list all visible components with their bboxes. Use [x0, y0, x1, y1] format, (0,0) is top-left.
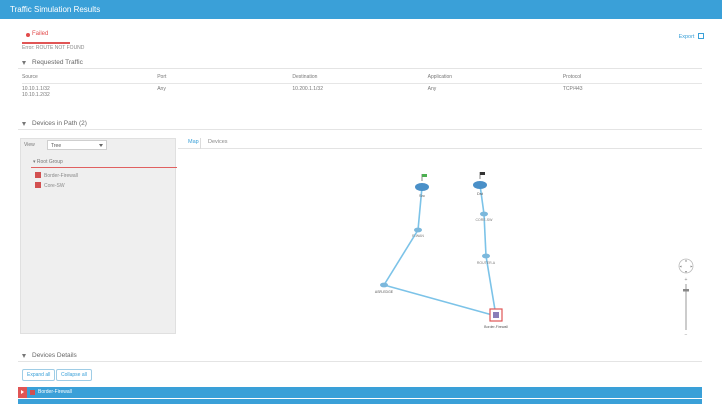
- collapse-caret-icon: [22, 122, 26, 126]
- cloud-icon: [415, 183, 429, 191]
- map-node-src[interactable]: Src: [415, 174, 429, 198]
- collapse-all-button[interactable]: Collapse all: [56, 369, 92, 381]
- zoom-control[interactable]: ▴ ▾ ◂ ▸ + −: [676, 256, 696, 338]
- cloud-icon: [473, 181, 487, 189]
- node-label: Dst: [477, 191, 484, 196]
- table-cell: TCP/443: [562, 86, 583, 92]
- tab-separator: [200, 138, 201, 149]
- column-header: Source: [22, 74, 38, 80]
- zoom-in-icon: +: [685, 277, 688, 283]
- map-link: [485, 255, 497, 317]
- tree-item-label: Border-Firewall: [44, 173, 78, 179]
- node-label: ASR-EDGE: [375, 290, 394, 294]
- map-node-router[interactable]: ASR-EDGE: [375, 282, 394, 294]
- title-bar: Traffic Simulation Results: [0, 0, 722, 19]
- map-link: [479, 184, 485, 215]
- view-label: View: [24, 142, 35, 148]
- chevron-right-icon: [21, 390, 24, 394]
- svg-text:▴: ▴: [685, 258, 687, 263]
- column-header: Port: [157, 74, 167, 80]
- status-label: Failed: [32, 31, 49, 37]
- divider: [22, 83, 702, 84]
- map-node-firewall[interactable]: Border-Firewall: [484, 308, 508, 329]
- map-link: [383, 229, 419, 286]
- tree-root-label: Root Group: [36, 159, 63, 165]
- router-icon: [480, 211, 488, 217]
- table-cell: Any: [157, 86, 166, 92]
- svg-text:▾: ▾: [685, 269, 687, 274]
- collapse-caret-icon: [22, 354, 26, 358]
- devices-in-path-title: Devices in Path (2): [32, 120, 87, 127]
- devices-details-title: Devices Details: [32, 352, 77, 359]
- firewall-icon: [35, 172, 41, 178]
- column-header: Protocol: [562, 74, 582, 80]
- svg-text:◂: ◂: [679, 263, 681, 268]
- topology-svg[interactable]: Src Dst R-WAN CORE-SW ROUTER-A ASR-EDGE: [178, 150, 702, 334]
- flag-icon: [480, 172, 485, 175]
- column-header: Application: [427, 74, 453, 80]
- devices-in-path-header[interactable]: Devices in Path (2): [18, 120, 702, 130]
- export-label: Export: [678, 34, 695, 40]
- router-icon: [414, 227, 422, 233]
- table-row: 10.10.1.1/32 10.10.1.2/32 Any 10.200.1.1…: [22, 86, 698, 98]
- tree-root[interactable]: ▾ Root Group: [33, 159, 63, 165]
- router-icon: [482, 253, 490, 259]
- map-tabs: Map Devices: [178, 138, 702, 149]
- table-cell: 10.10.1.1/32 10.10.1.2/32: [22, 86, 50, 98]
- status-detail: Error: ROUTE NOT FOUND: [22, 45, 85, 51]
- collapse-caret-icon: [22, 61, 26, 65]
- node-label: Src: [419, 193, 425, 198]
- device-tree-panel: View Tree ▾ Root Group Border-Firewall C…: [20, 138, 177, 334]
- requested-traffic-title: Requested Traffic: [32, 59, 83, 66]
- table-header-row: Source Port Destination Application Prot…: [22, 74, 698, 80]
- view-select-value: Tree: [51, 143, 62, 149]
- table-cell: Any: [427, 86, 437, 92]
- tree-item[interactable]: Core-SW: [35, 182, 65, 189]
- requested-traffic-table: Source Port Destination Application Prot…: [22, 74, 698, 98]
- tree-divider: [31, 167, 177, 168]
- expand-all-button[interactable]: Expand all: [22, 369, 56, 381]
- export-link[interactable]: Export: [679, 33, 704, 40]
- node-label: CORE-SW: [476, 218, 494, 222]
- chevron-down-icon: [99, 144, 103, 147]
- device-icon: [35, 182, 41, 188]
- map-link: [383, 284, 497, 317]
- map-links: [383, 184, 497, 317]
- map-node-dst[interactable]: Dst: [473, 172, 487, 196]
- requested-traffic-header[interactable]: Requested Traffic: [18, 59, 702, 69]
- node-label: R-WAN: [412, 234, 424, 238]
- device-detail-label: Border-Firewall: [38, 389, 72, 395]
- topology-map[interactable]: Src Dst R-WAN CORE-SW ROUTER-A ASR-EDGE: [178, 150, 702, 334]
- zoom-out-icon: −: [685, 332, 688, 338]
- tree-item[interactable]: Border-Firewall: [35, 172, 78, 179]
- status-dot-icon: [26, 33, 30, 37]
- flag-icon: [422, 174, 427, 177]
- page-title: Traffic Simulation Results: [10, 5, 101, 14]
- devices-details-header[interactable]: Devices Details: [18, 352, 702, 362]
- node-label: Border-Firewall: [484, 325, 508, 329]
- export-icon: [698, 33, 704, 39]
- status-tab[interactable]: Failed: [22, 30, 70, 44]
- tab-devices[interactable]: Devices: [204, 139, 232, 145]
- table-cell: 10.200.1.1/32: [292, 86, 323, 92]
- tree-item-label: Core-SW: [44, 183, 65, 189]
- device-detail-row[interactable]: Border-Firewall: [18, 387, 702, 398]
- zoom-slider-handle: [683, 289, 689, 292]
- device-detail-row[interactable]: [18, 399, 702, 404]
- router-icon: [380, 282, 388, 288]
- view-select[interactable]: Tree: [47, 140, 107, 150]
- svg-text:▸: ▸: [690, 263, 692, 268]
- expand-row-button[interactable]: [18, 387, 27, 398]
- firewall-icon: [30, 390, 35, 395]
- node-label: ROUTER-A: [477, 261, 496, 265]
- map-node-router[interactable]: R-WAN: [412, 227, 424, 238]
- column-header: Destination: [292, 74, 318, 80]
